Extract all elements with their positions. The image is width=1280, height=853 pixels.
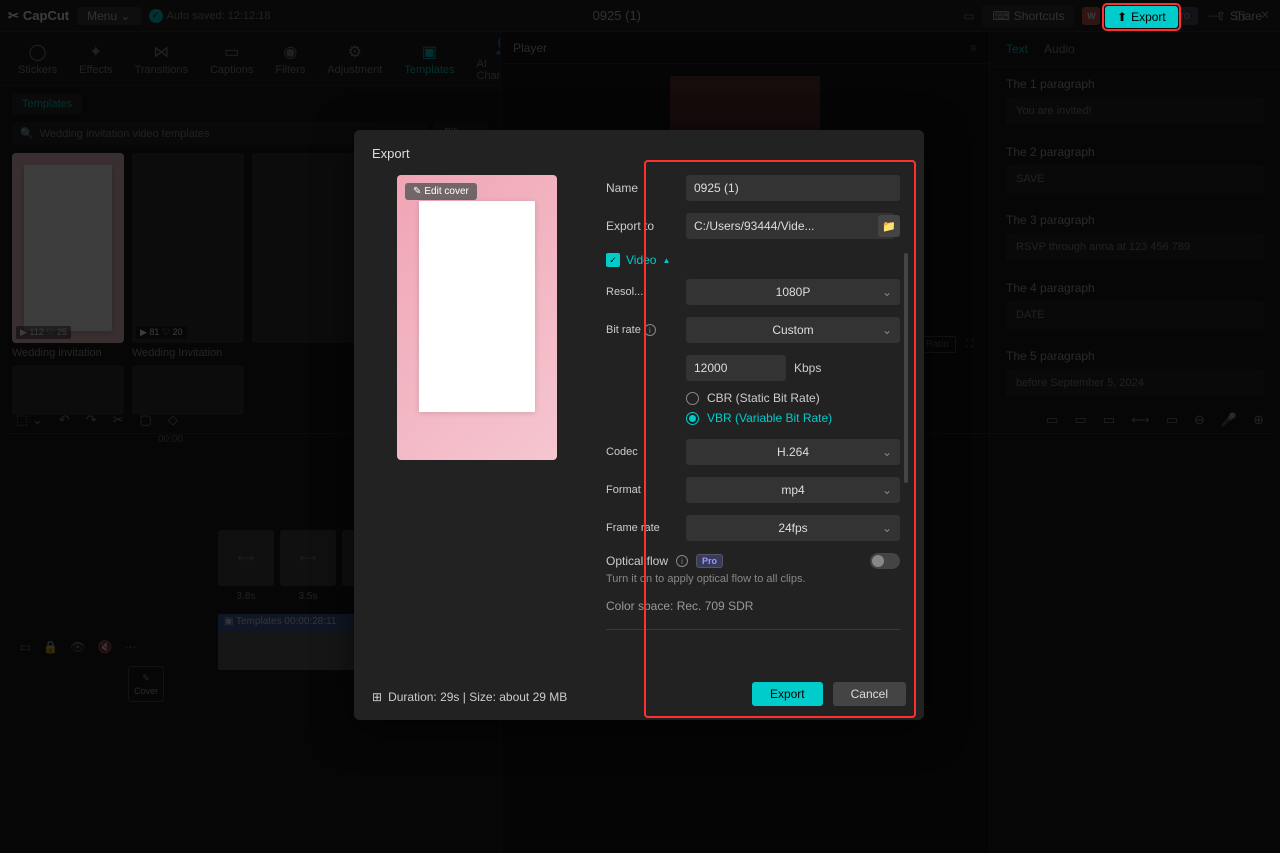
cbr-radio-row[interactable]: CBR (Static Bit Rate) xyxy=(686,391,900,405)
resolution-label: Resol... xyxy=(606,286,676,298)
collapse-icon: ▲ xyxy=(662,256,670,265)
browse-folder-button[interactable]: 📁 xyxy=(878,215,900,237)
format-label: Format xyxy=(606,484,676,496)
name-input[interactable] xyxy=(686,175,900,201)
cancel-button[interactable]: Cancel xyxy=(833,682,906,706)
codec-label: Codec xyxy=(606,446,676,458)
vbr-radio-row[interactable]: VBR (Variable Bit Rate) xyxy=(686,411,900,425)
modal-title: Export xyxy=(372,146,906,161)
optical-flow-help: Turn it on to apply optical flow to all … xyxy=(606,573,900,585)
export-to-label: Export to xyxy=(606,219,676,233)
bitrate-label: Bit rate i xyxy=(606,324,676,337)
cover-preview: ✎ Edit cover xyxy=(397,175,557,460)
radio-icon[interactable] xyxy=(686,392,699,405)
info-icon[interactable]: i xyxy=(644,324,656,336)
export-button-top[interactable]: ⬆ Export xyxy=(1105,6,1178,28)
kbps-input[interactable] xyxy=(686,355,786,381)
pro-badge: Pro xyxy=(696,554,723,568)
kbps-unit: Kbps xyxy=(794,361,821,375)
export-icon: ⬆ xyxy=(1117,10,1127,24)
codec-select[interactable]: H.264 xyxy=(686,439,900,465)
video-checkbox[interactable]: ✓ xyxy=(606,253,620,267)
resolution-select[interactable]: 1080P xyxy=(686,279,900,305)
optical-flow-label: Optical flow xyxy=(606,554,668,568)
name-label: Name xyxy=(606,181,676,195)
export-info: ⊞ Duration: 29s | Size: about 29 MB xyxy=(372,690,567,704)
scrollbar[interactable] xyxy=(904,253,908,483)
color-space-label: Color space: Rec. 709 SDR xyxy=(606,599,900,613)
export-confirm-button[interactable]: Export xyxy=(752,682,823,706)
framerate-label: Frame rate xyxy=(606,522,676,534)
format-select[interactable]: mp4 xyxy=(686,477,900,503)
radio-icon[interactable] xyxy=(686,412,699,425)
info-icon[interactable]: i xyxy=(676,555,688,567)
film-icon: ⊞ xyxy=(372,690,382,704)
export-modal: Export ✎ Edit cover Name Export to 📁 xyxy=(354,130,924,720)
export-path-input[interactable] xyxy=(686,213,894,239)
edit-cover-button[interactable]: ✎ Edit cover xyxy=(405,183,477,200)
optical-flow-toggle[interactable] xyxy=(870,553,900,569)
framerate-select[interactable]: 24fps xyxy=(686,515,900,541)
bitrate-select[interactable]: Custom xyxy=(686,317,900,343)
video-section-toggle[interactable]: ✓ Video ▲ xyxy=(606,253,900,267)
